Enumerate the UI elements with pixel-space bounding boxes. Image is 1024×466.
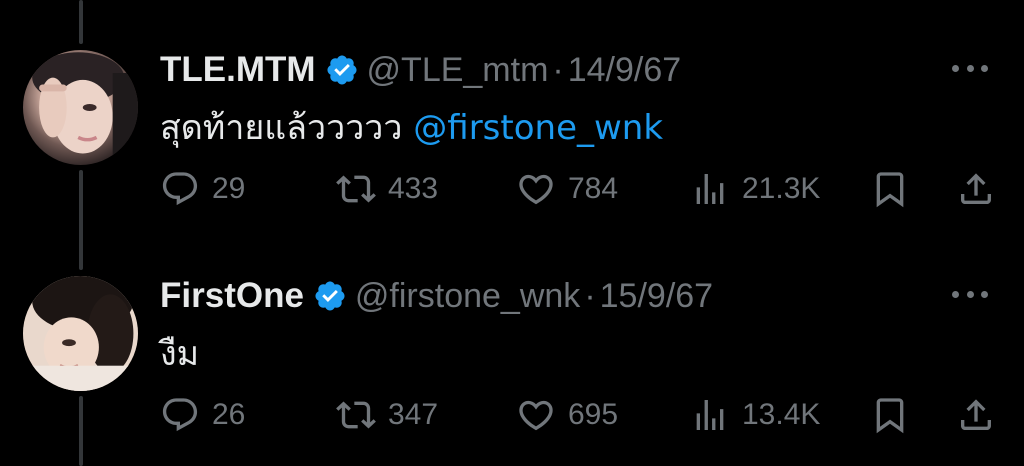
reply-icon — [162, 172, 198, 206]
action-bar: 26 347 695 13.4K — [160, 390, 1000, 440]
tweet-text: งืม — [160, 326, 199, 380]
display-name[interactable]: FirstOne — [160, 276, 304, 316]
retweet-count: 433 — [388, 172, 439, 205]
views-button[interactable]: 21.3K — [690, 164, 820, 214]
reply-count: 26 — [212, 398, 246, 431]
avatar[interactable] — [23, 50, 138, 165]
like-count: 784 — [568, 172, 619, 205]
view-count: 13.4K — [742, 398, 821, 431]
tweet-text-content: สุดท้ายแล้ววววว — [160, 108, 414, 148]
display-name[interactable]: TLE.MTM — [160, 50, 316, 90]
like-button[interactable]: 695 — [516, 390, 618, 440]
like-icon — [519, 400, 553, 431]
bookmark-button[interactable] — [870, 390, 910, 440]
timestamp[interactable]: 15/9/67 — [600, 277, 713, 316]
separator: · — [552, 50, 564, 89]
avatar[interactable] — [23, 276, 138, 391]
tweet-header: FirstOne @firstone_wnk · 15/9/67 — [160, 274, 713, 318]
retweet-icon — [336, 401, 376, 429]
avatar-photo — [32, 52, 138, 165]
reply-icon — [162, 398, 198, 432]
verified-badge-icon — [327, 55, 357, 85]
retweet-count: 347 — [388, 398, 439, 431]
share-button[interactable] — [956, 164, 996, 214]
handle[interactable]: @TLE_mtm — [367, 51, 549, 90]
bookmark-icon — [876, 172, 904, 208]
share-icon — [961, 173, 991, 204]
mention-link[interactable]: @firstone_wnk — [413, 108, 663, 148]
handle[interactable]: @firstone_wnk — [355, 277, 580, 316]
share-icon — [961, 399, 991, 430]
verified-badge-icon — [315, 281, 345, 311]
separator: · — [584, 276, 596, 315]
tweet-text-content: งืม — [160, 334, 200, 374]
more-icon[interactable] — [952, 58, 988, 78]
views-icon — [696, 400, 724, 430]
tweet[interactable]: FirstOne @firstone_wnk · 15/9/67 งืม 26 … — [0, 226, 1024, 452]
retweet-button[interactable]: 347 — [336, 390, 438, 440]
like-button[interactable]: 784 — [516, 164, 618, 214]
retweet-button[interactable]: 433 — [336, 164, 438, 214]
bookmark-button[interactable] — [870, 164, 910, 214]
tweet-header: TLE.MTM @TLE_mtm · 14/9/67 — [160, 48, 681, 92]
reply-button[interactable]: 29 — [160, 164, 245, 214]
reply-count: 29 — [212, 172, 246, 205]
action-bar: 29 433 784 21.3K — [160, 164, 1000, 214]
like-icon — [519, 174, 553, 205]
tweet-text: สุดท้ายแล้ววววว @firstone_wnk — [160, 100, 663, 154]
more-icon[interactable] — [952, 284, 988, 304]
views-button[interactable]: 13.4K — [690, 390, 820, 440]
timestamp[interactable]: 14/9/67 — [568, 51, 681, 90]
retweet-icon — [336, 175, 376, 203]
share-button[interactable] — [956, 390, 996, 440]
bookmark-icon — [876, 398, 904, 434]
like-count: 695 — [568, 398, 619, 431]
reply-button[interactable]: 26 — [160, 390, 245, 440]
tweet[interactable]: TLE.MTM @TLE_mtm · 14/9/67 สุดท้ายแล้ววว… — [0, 0, 1024, 226]
views-icon — [696, 174, 724, 204]
view-count: 21.3K — [742, 172, 821, 205]
avatar-photo — [23, 276, 138, 391]
